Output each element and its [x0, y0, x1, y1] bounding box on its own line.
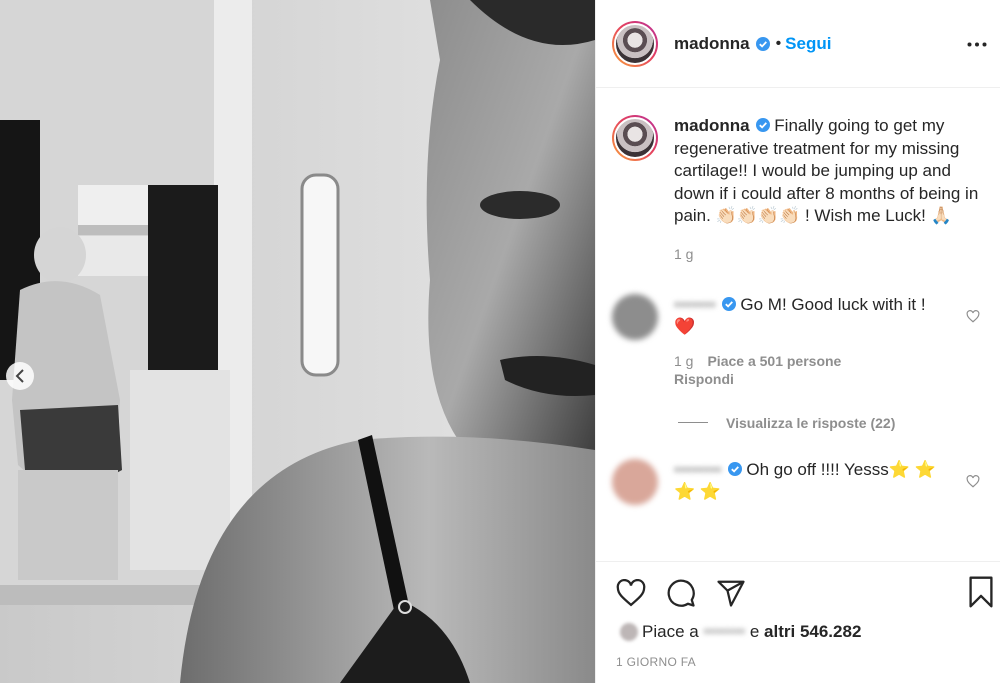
- view-replies-label: Visualizza le risposte (22): [726, 414, 896, 431]
- likes-middle: e: [749, 622, 760, 641]
- likes-summary: Piace a ••••••• e altri 546.282: [620, 622, 861, 642]
- heart-icon[interactable]: [616, 579, 646, 607]
- commenter-username[interactable]: •••••••: [674, 295, 716, 314]
- verified-badge-icon: [727, 461, 742, 476]
- liker-username[interactable]: •••••••: [703, 622, 745, 642]
- comment-item: ••••••• Go M! Good luck with it ! ❤️ 1 g…: [596, 293, 1000, 387]
- post-timestamp[interactable]: 1 GIORNO FA: [616, 655, 696, 669]
- post-header: madonna • Segui: [596, 0, 1000, 88]
- comment-meta: 1 g Piace a 501 persone: [674, 353, 944, 369]
- likes-prefix: Piace a: [642, 622, 699, 641]
- ellipsis-icon: [967, 42, 987, 46]
- comment-like-heart-icon[interactable]: [966, 474, 980, 488]
- comment-body: ••••••• Go M! Good luck with it ! ❤️: [674, 294, 944, 339]
- caption-author-avatar[interactable]: [612, 115, 658, 161]
- post-photo: [0, 0, 595, 683]
- author-avatar[interactable]: [612, 20, 658, 67]
- chevron-left-icon: [15, 369, 24, 383]
- bookmark-icon[interactable]: [968, 576, 994, 608]
- follow-button[interactable]: Segui: [785, 34, 831, 54]
- verified-badge-icon: [721, 296, 736, 311]
- verified-badge-icon: [755, 118, 770, 132]
- comments-section[interactable]: madonna Finally going to get my regenera…: [596, 89, 1000, 561]
- commenter-avatar[interactable]: [612, 293, 658, 340]
- separator-dot: •: [775, 34, 782, 52]
- likes-count[interactable]: altri 546.282: [764, 622, 861, 642]
- commenter-username[interactable]: ••••••••: [674, 460, 722, 479]
- comment-item: •••••••• Oh go off !!!! Yesss⭐ ⭐ ⭐ ⭐: [596, 458, 1000, 505]
- carousel-prev-button[interactable]: [6, 362, 34, 390]
- comment-likes-count[interactable]: Piace a 501 persone: [707, 353, 841, 369]
- comment-like-heart-icon[interactable]: [966, 309, 980, 323]
- post-caption: madonna Finally going to get my regenera…: [596, 89, 1000, 262]
- more-options-button[interactable]: [962, 30, 992, 58]
- verified-badge-icon: [755, 36, 770, 51]
- post-side-panel: madonna • Segui madonna Finally going to…: [595, 0, 1000, 683]
- comment-age: 1 g: [674, 352, 694, 369]
- caption-age: 1 g: [674, 245, 694, 262]
- comment-body: •••••••• Oh go off !!!! Yesss⭐ ⭐ ⭐ ⭐: [674, 459, 944, 504]
- liker-avatar[interactable]: [620, 623, 638, 641]
- caption-username[interactable]: madonna: [674, 116, 750, 135]
- paper-plane-icon[interactable]: [716, 578, 746, 608]
- commenter-avatar[interactable]: [612, 458, 658, 505]
- comment-bubble-icon[interactable]: [666, 578, 696, 608]
- post-actions-bar: Piace a ••••••• e altri 546.282 1 GIORNO…: [596, 561, 1000, 683]
- reply-button[interactable]: Rispondi: [674, 371, 944, 387]
- author-username[interactable]: madonna: [674, 34, 750, 54]
- photo-image: [0, 0, 595, 683]
- caption-body: madonna Finally going to get my regenera…: [674, 115, 984, 228]
- view-replies-button[interactable]: Visualizza le risposte (22): [678, 415, 1000, 431]
